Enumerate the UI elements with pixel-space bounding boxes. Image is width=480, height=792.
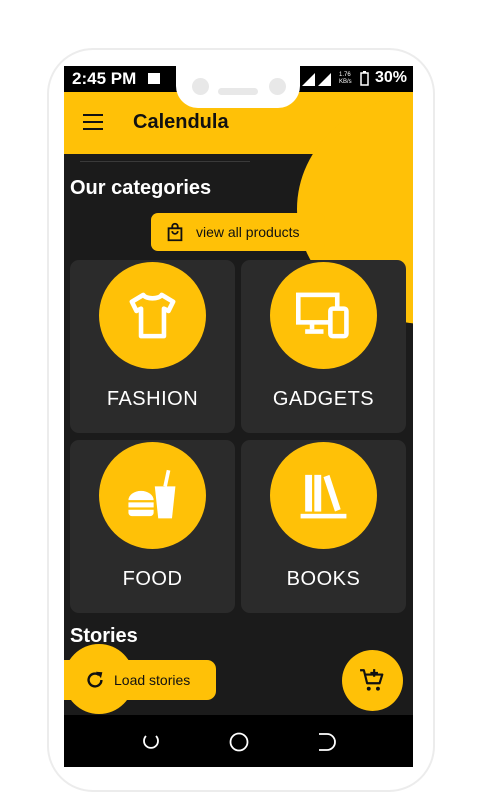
earpiece [218,88,258,95]
category-label: GADGETS [272,388,375,410]
app-title: Calendula [133,111,229,133]
home-icon[interactable] [226,729,252,755]
category-icon-circle [270,262,377,369]
category-label: BOOKS [286,568,361,590]
category-card-books[interactable]: BOOKS [241,440,406,613]
shopping-bag-icon [167,222,183,242]
recent-apps-icon[interactable] [138,729,164,755]
category-card-fashion[interactable]: FASHION [70,260,235,433]
camera-notch [176,66,300,108]
refresh-icon [87,671,103,688]
system-nav-bar [64,715,413,767]
load-stories-label: Load stories [114,672,191,688]
battery-icon [360,71,369,86]
view-all-label: view all products [196,224,300,240]
cart-button[interactable] [342,650,403,711]
battery-percent: 30% [374,69,407,86]
fastfood-icon [128,469,176,519]
categories-heading: Our categories [70,177,212,199]
status-time: 2:45 PM [72,69,137,88]
network-speed: 1.76 KB/s [339,72,352,85]
menu-icon[interactable] [83,114,103,130]
divider [80,161,250,162]
category-icon-circle [99,262,206,369]
devices-icon [296,292,349,339]
view-all-products-button[interactable]: view all products [151,213,325,251]
category-icon-circle [99,442,206,549]
gallery-notification-icon [148,73,160,84]
signal-icon [302,73,331,86]
books-icon [300,474,347,519]
app-screen: 2:45 PM 1.76 KB/s 30% Calendula Our cate… [64,66,413,767]
category-icon-circle [270,442,377,549]
camera-sensor [192,78,209,95]
back-icon[interactable] [314,729,340,755]
load-stories-button[interactable]: Load stories [64,660,216,700]
category-label: FOOD [122,568,183,590]
category-label: FASHION [106,388,199,410]
category-card-gadgets[interactable]: GADGETS [241,260,406,433]
category-card-food[interactable]: FOOD [70,440,235,613]
tshirt-icon [129,292,176,339]
add-to-cart-icon [360,669,384,691]
front-camera [269,78,286,95]
